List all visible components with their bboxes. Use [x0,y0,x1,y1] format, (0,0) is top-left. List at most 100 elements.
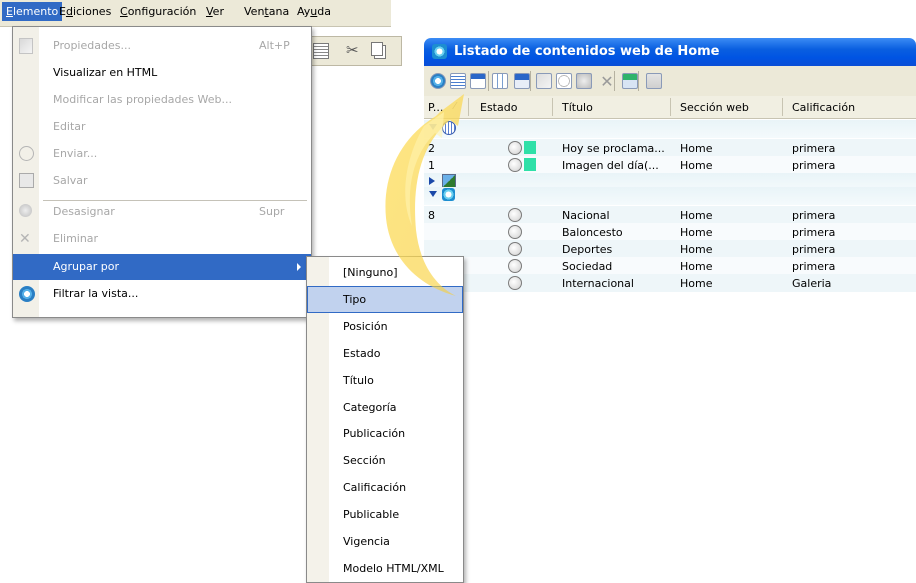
menubar-item-5[interactable]: Ayuda [297,5,331,18]
submenu-item-4[interactable]: Título [307,367,463,394]
send-icon[interactable] [556,73,572,89]
menu-item-label: Propiedades... [53,39,131,52]
menu-item-9[interactable]: Filtrar la vista... [13,281,311,307]
column-separator[interactable] [552,98,553,116]
toolbar-separator [638,71,639,91]
menu-item-0[interactable]: Propiedades... Alt+P [13,33,311,59]
status-icon [508,259,522,273]
submenu-item-9[interactable]: Publicable [307,501,463,528]
cell-rating: Galeria [792,277,832,290]
grid-view-icon[interactable] [492,73,508,89]
menu-item-label: Visualizar en HTML [53,66,158,79]
submenu-item-label: Posición [343,319,388,333]
menu-item-2[interactable]: Modificar las propiedades Web... [13,87,311,113]
menu-item-label: Modificar las propiedades Web... [53,93,232,106]
window-title-bar[interactable]: Listado de contenidos web de Home [424,38,916,66]
edit-icon[interactable] [536,73,552,89]
table-row[interactable]: Baloncesto Home primera [424,223,916,241]
menubar-mnemonic: V [206,5,213,18]
submenu-item-8[interactable]: Calificación [307,474,463,501]
unassign-icon[interactable] [576,73,592,89]
menu-item-8[interactable]: Agrupar por [13,254,311,280]
cell-title: Deportes [562,243,613,256]
menubar-item-4[interactable]: Ventana [244,5,289,18]
menubar-label-part: iciones [72,5,112,18]
menubar-label-part: er [212,5,224,18]
submenu-item-label: Publicación [343,427,406,441]
menu-item-5[interactable]: Salvar [13,168,311,194]
filter-icon[interactable] [430,73,446,89]
column-separator[interactable] [782,98,783,116]
add-content-icon[interactable] [622,73,638,89]
submenu-item-6[interactable]: Publicación [307,420,463,447]
content-list-window: Listado de contenidos web de Home ✕ P...… [424,38,916,338]
menu-item-label: Agrupar por [53,260,119,273]
status-icon [508,141,522,155]
save-icon[interactable] [646,73,662,89]
content-grid: P...EstadoTítuloSección webCalificación⁄… [424,96,916,338]
delete-x-icon: ✕ [19,231,31,247]
send-icon [19,146,34,161]
column-header-1[interactable]: Estado [480,101,517,114]
cell-rating: primera [792,209,836,222]
submenu-item-label: Vigencia [343,535,390,548]
table-row[interactable]: Internacional Home Galeria [424,274,916,292]
submenu-item-2[interactable]: Posición [307,313,463,340]
menu-item-shortcut: Alt+P [259,39,290,52]
copy-icon [371,42,383,56]
filter-icon [19,286,35,302]
table-row[interactable]: 2 Hoy se proclama... Home primera [424,139,916,157]
menu-item-label: Enviar... [53,147,98,160]
details-view-icon[interactable] [470,73,486,89]
menubar-mnemonic: C [120,5,128,18]
submenu-item-3[interactable]: Estado [307,340,463,367]
menubar-item-3[interactable]: Ver [206,5,224,18]
column-separator[interactable] [670,98,671,116]
menu-bar: Elemento Ediciones Configuración Ver Ventana… [0,0,391,27]
group-row[interactable] [424,187,916,205]
cell-rating: primera [792,159,836,172]
toolbar-separator [488,71,489,91]
menu-item-shortcut: Supr [259,205,285,218]
menu-item-6[interactable]: Desasignar Supr [13,199,311,225]
properties-icon[interactable] [514,73,530,89]
menu-item-label: Desasignar [53,205,115,218]
menu-item-7[interactable]: ✕ Eliminar [13,226,311,252]
menubar-label-part: ana [268,5,290,18]
cell-section: Home [680,142,713,155]
pencil-page-icon [19,38,33,54]
submenu-item-label: Calificación [343,481,407,495]
table-row[interactable]: Sociedad Home primera [424,257,916,275]
list-view-icon[interactable] [450,73,466,89]
scissors-icon: ✂ [346,41,359,59]
menu-item-3[interactable]: Editar [13,114,311,140]
table-row[interactable]: 8 Nacional Home primera [424,206,916,224]
submenu-item-label: Categoría [343,400,397,414]
menubar-item-2[interactable]: Configuración [120,5,196,18]
table-row[interactable]: Deportes Home primera [424,240,916,258]
cell-title: Hoy se proclama... [562,142,665,155]
column-header-2[interactable]: Título [562,101,593,114]
submenu-item-11[interactable]: Modelo HTML/XML [307,555,463,582]
app-icon [432,44,447,59]
status-icon [508,276,522,290]
cell-title: Nacional [562,209,610,222]
group-row[interactable] [424,120,916,138]
column-header-4[interactable]: Calificación [792,101,855,114]
submenu-item-7[interactable]: Sección [307,447,463,474]
submenu-item-5[interactable]: Categoría [307,394,463,421]
column-header-3[interactable]: Sección web [680,101,749,114]
cell-section: Home [680,209,713,222]
status-published-badge [524,158,536,171]
menubar-item-1[interactable]: Ediciones [59,5,111,18]
agrupar-por-submenu: [Ninguno] Tipo Posición Estado Título Categor… [306,256,464,583]
menubar-label-part: Ay [297,5,311,18]
menubar-item-0[interactable]: Elemento [2,2,63,21]
menu-item-4[interactable]: Enviar... [13,141,311,167]
menubar-label-part: E [59,5,66,18]
menu-item-1[interactable]: Visualizar en HTML [13,60,311,86]
window-title: Listado de contenidos web de Home [454,44,720,59]
grid-header: P...EstadoTítuloSección webCalificación⁄ [424,96,916,119]
table-row[interactable]: 1 Imagen del día(... Home primera [424,156,916,174]
submenu-item-10[interactable]: Vigencia [307,528,463,555]
